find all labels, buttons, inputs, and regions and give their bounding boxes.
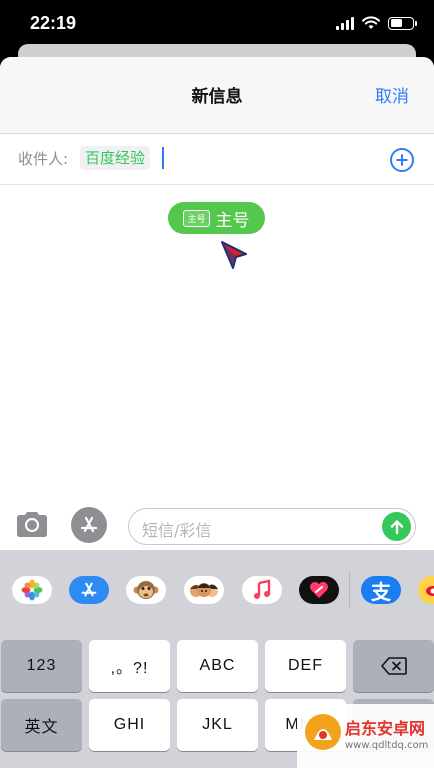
text-caret [162,147,164,169]
recipient-label: 收件人: [18,150,69,168]
alipay-glyph: 支 [371,579,391,604]
key-123[interactable]: 123 [1,640,82,692]
app-store-app-icon[interactable] [69,576,109,604]
key-english[interactable]: 英文 [1,699,82,751]
delete-key[interactable] [353,640,434,692]
key-def[interactable]: DEF [265,640,346,692]
key-ghi[interactable]: GHI [89,699,170,751]
app-store-icon [80,516,98,533]
battery-fill [390,19,403,27]
new-message-sheet: 新信息 取消 收件人: 百度经验 主号 主号 短信/彩信 支 123 ,。?! … [0,57,434,768]
key-abc[interactable]: ABC [177,640,258,692]
wifi-icon [362,16,380,29]
backspace-icon [380,657,407,675]
battery-icon [388,16,417,30]
status-icons [336,16,417,30]
app-drawer: 支 [0,550,434,636]
arrow-up-icon [390,519,403,534]
weibo-icon[interactable] [418,576,434,604]
alipay-icon[interactable]: 支 [361,576,401,604]
monkey-emoji-icon[interactable] [126,576,166,604]
send-button[interactable] [382,512,411,541]
digital-touch-icon[interactable] [299,576,339,604]
mouse-pointer-icon [221,241,247,269]
signal-icon [336,16,354,30]
recipient-token[interactable]: 百度经验 [80,146,151,170]
watermark-url: www.qdltdq.com [345,740,429,751]
sim-badge: 主号 [183,209,210,227]
recipient-row[interactable]: 收件人: 百度经验 [0,135,434,185]
nav-bar: 新信息 取消 [0,57,434,134]
status-time: 22:19 [30,13,77,33]
app-store-button[interactable] [71,507,107,543]
key-jkl[interactable]: JKL [177,699,258,751]
music-icon[interactable] [242,576,282,604]
sim-label: 主号 [215,210,250,231]
watermark-logo-icon [305,714,341,750]
camera-icon[interactable] [14,509,50,539]
sim-selector-button[interactable]: 主号 主号 [168,202,265,234]
cancel-button[interactable]: 取消 [375,82,409,107]
watermark-name: 启东安卓网 [345,719,426,738]
photos-icon[interactable] [12,576,52,604]
add-contact-button[interactable] [390,148,414,172]
watermark: 启东安卓网 www.qdltdq.com [297,704,434,768]
drawer-divider [349,572,350,608]
key-punctuation[interactable]: ,。?! [89,640,170,692]
status-bar: 22:19 [0,0,434,50]
message-placeholder: 短信/彩信 [142,521,212,540]
memoji-icon[interactable] [184,576,224,604]
composer-bar: 短信/彩信 [0,501,434,551]
page-title: 新信息 [191,87,243,107]
message-input[interactable]: 短信/彩信 [128,508,416,545]
